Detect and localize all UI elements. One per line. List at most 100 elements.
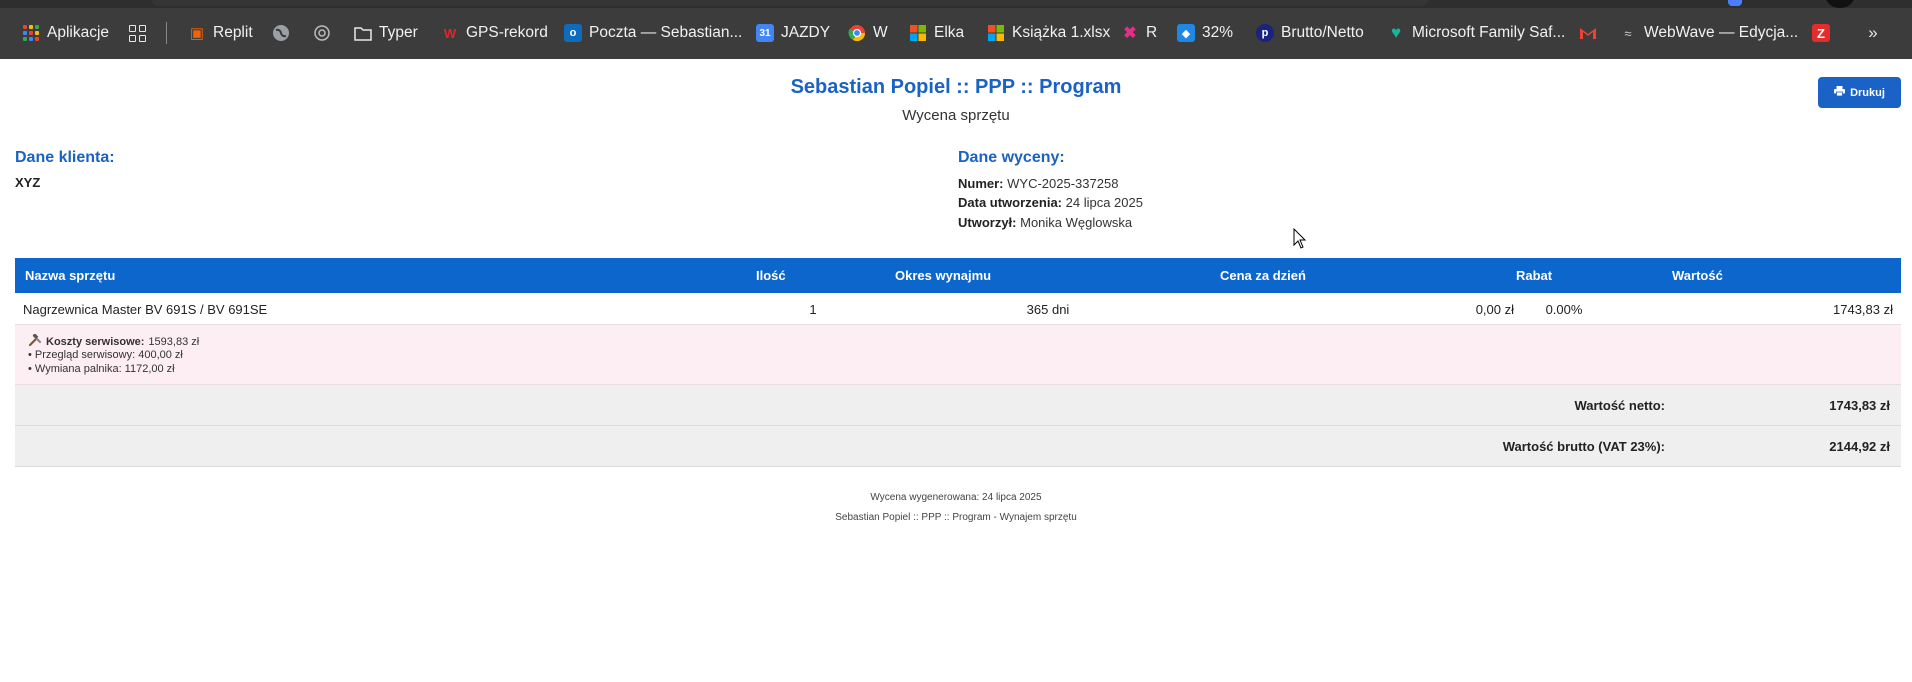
active-tab[interactable] (150, 0, 1430, 6)
bulb-icon: ◆ (1177, 24, 1195, 42)
net-total-row: Wartość netto: 1743,83 zł (15, 385, 1901, 426)
bookmark-ksiazka[interactable]: Książka 1.xlsx (987, 20, 1110, 46)
webwave-icon: ≈ (1624, 25, 1632, 41)
quote-number-label: Numer: (958, 176, 1004, 191)
microsoft-icon (987, 24, 1005, 42)
bookmark-label: JAZDY (781, 24, 831, 41)
page-subtitle: Wycena sprzętu (902, 107, 1010, 124)
service-item: • Przegląd serwisowy: 400,00 zł (28, 349, 183, 361)
gross-total-value: 2144,92 zł (1829, 439, 1890, 454)
bookmark-globe[interactable] (272, 20, 290, 46)
page-title: Sebastian Popiel :: PPP :: Program (790, 76, 1122, 98)
extension-badge-icon[interactable] (1728, 0, 1742, 6)
quote-created: 24 lipca 2025 (1065, 195, 1143, 210)
quote-number-line: Numer: WYC-2025-337258 (958, 176, 1118, 191)
family-icon: ♥ (1390, 23, 1402, 42)
bookmark-z[interactable]: Z (1812, 20, 1830, 46)
service-costs-summary: Koszty serwisowe: 1593,83 zł (28, 333, 200, 350)
net-total-label: Wartość netto: (1574, 398, 1665, 413)
bookmark-tab-groups[interactable] (128, 20, 146, 46)
tools-icon (28, 333, 42, 350)
net-total-value: 1743,83 zł (1829, 398, 1890, 413)
bookmark-label: Typer (379, 24, 418, 41)
cell-period: 365 dni (1026, 302, 1070, 317)
cell-value: 1743,83 zł (1833, 302, 1893, 317)
quote-heading: Dane wyceny: (958, 149, 1065, 166)
service-costs-row: Koszty serwisowe: 1593,83 zł • Przegląd … (15, 325, 1901, 385)
column-header-discount: Rabat (1516, 268, 1553, 283)
openai-icon (313, 24, 331, 42)
bookmark-32[interactable]: ◆ 32% (1177, 20, 1233, 46)
bookmark-elka[interactable]: Elka (909, 20, 964, 46)
bookmark-label: WebWave — Edycja... (1644, 24, 1799, 41)
quote-author-label: Utworzył: (958, 215, 1017, 230)
column-header-name: Nazwa sprzętu (25, 268, 116, 283)
apps-grid-icon (22, 24, 40, 42)
printer-icon (1834, 86, 1846, 99)
bookmark-label: Brutto/Netto (1281, 24, 1364, 41)
bookmark-openai[interactable] (313, 20, 331, 46)
column-header-qty: Ilość (756, 268, 786, 283)
folder-icon (354, 24, 372, 42)
service-costs-label: Koszty serwisowe: (46, 336, 145, 348)
bookmark-label: W (873, 24, 888, 41)
outlook-icon: o (564, 24, 582, 42)
bookmark-r[interactable]: ✖ R (1121, 20, 1157, 46)
client-heading: Dane klienta: (15, 149, 115, 166)
bookmark-poczta[interactable]: o Poczta — Sebastian... (564, 20, 742, 46)
bookmark-gmail[interactable] (1579, 20, 1597, 46)
column-header-period: Okres wynajmu (895, 268, 992, 283)
bookmark-label: Poczta — Sebastian... (589, 24, 743, 41)
bookmark-w[interactable]: W (848, 20, 888, 46)
quote-number: WYC-2025-337258 (1007, 176, 1119, 191)
z-icon: Z (1812, 24, 1830, 42)
print-button-label: Drukuj (1850, 86, 1885, 99)
gross-total-row: Wartość brutto (VAT 23%): 2144,92 zł (15, 426, 1901, 467)
bookmark-jazdy[interactable]: 31 JAZDY (756, 20, 830, 46)
footer-brand: Sebastian Popiel :: PPP :: Program - Wyn… (835, 512, 1077, 523)
chrome-icon (848, 24, 866, 42)
bookmark-label: Aplikacje (47, 24, 110, 41)
quote-created-line: Data utworzenia: 24 lipca 2025 (958, 195, 1143, 210)
wp-icon: W (443, 25, 457, 41)
bookmarks-bar: Aplikacje ▣ Replit Typer W GPS-rekord o … (0, 0, 1912, 59)
column-header-price: Cena za dzień (1220, 268, 1306, 283)
service-item: • Wymiana palnika: 1172,00 zł (28, 363, 175, 375)
bookmark-gps-rekord[interactable]: W GPS-rekord (441, 20, 548, 46)
globe-icon (272, 24, 290, 42)
bookmark-webwave[interactable]: ≈ WebWave — Edycja... (1619, 20, 1798, 46)
bookmark-label: Replit (213, 24, 253, 41)
bookmark-aplikacje[interactable]: Aplikacje (22, 20, 109, 46)
bookmark-brutto-netto[interactable]: p Brutto/Netto (1256, 20, 1364, 46)
bookmark-label: GPS-rekord (466, 24, 548, 41)
bookmark-label: Microsoft Family Saf... (1412, 24, 1566, 41)
bookmark-label: 32% (1202, 24, 1234, 41)
p-icon: p (1256, 24, 1274, 42)
r-icon: ✖ (1123, 25, 1137, 42)
calendar-icon: 31 (756, 24, 774, 42)
bookmark-label: Elka (934, 24, 965, 41)
bookmark-label: Książka 1.xlsx (1012, 24, 1111, 41)
service-costs-total: 1593,83 zł (148, 336, 200, 348)
bookmark-family-safety[interactable]: ♥ Microsoft Family Saf... (1387, 20, 1565, 46)
gross-total-label: Wartość brutto (VAT 23%): (1502, 439, 1665, 454)
replit-icon: ▣ (189, 25, 205, 42)
cell-price: 0,00 zł (1475, 302, 1514, 317)
column-header-value: Wartość (1672, 268, 1723, 283)
mouse-cursor-icon (1293, 227, 1307, 255)
bookmark-separator (166, 22, 167, 44)
tab-groups-icon (128, 24, 146, 42)
quote-created-label: Data utworzenia: (958, 195, 1063, 210)
bookmark-typer[interactable]: Typer (354, 20, 418, 46)
bookmark-replit[interactable]: ▣ Replit (188, 20, 253, 46)
cell-name: Nagrzewnica Master BV 691S / BV 691SE (23, 302, 268, 317)
print-button[interactable]: Drukuj (1818, 77, 1901, 108)
client-name: XYZ (15, 175, 41, 190)
gmail-icon (1579, 24, 1597, 42)
quote-author: Monika Węglowska (1020, 215, 1133, 230)
bookmarks-overflow-button[interactable]: » (1864, 20, 1882, 46)
quote-author-line: Utworzył: Monika Węglowska (958, 215, 1132, 230)
cell-qty: 1 (809, 302, 817, 317)
cell-discount: 0.00% (1545, 302, 1583, 317)
table-row: Nagrzewnica Master BV 691S / BV 691SE 1 … (15, 293, 1901, 325)
